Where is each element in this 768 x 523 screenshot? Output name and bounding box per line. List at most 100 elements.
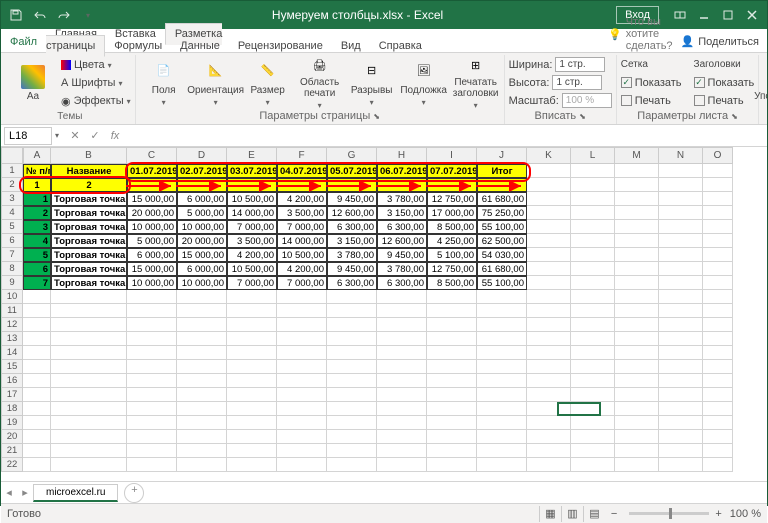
cell[interactable]: 61 680,00 xyxy=(477,192,527,206)
cell[interactable] xyxy=(23,290,51,304)
normal-view-icon[interactable]: ▦ xyxy=(539,506,561,522)
cell[interactable] xyxy=(377,458,427,472)
cell[interactable] xyxy=(427,430,477,444)
cell[interactable] xyxy=(51,444,127,458)
cell[interactable]: 12 600,00 xyxy=(377,234,427,248)
cell[interactable] xyxy=(615,164,659,178)
cell[interactable]: 3 780,00 xyxy=(327,248,377,262)
cell[interactable]: 61 680,00 xyxy=(477,262,527,276)
cell[interactable] xyxy=(377,402,427,416)
col-header[interactable]: G xyxy=(327,147,377,164)
row-header[interactable]: 8 xyxy=(1,262,23,276)
cell[interactable] xyxy=(227,346,277,360)
cell[interactable] xyxy=(477,388,527,402)
cell[interactable] xyxy=(615,304,659,318)
cell[interactable] xyxy=(177,178,227,192)
grid-show-check[interactable] xyxy=(621,77,632,88)
cell[interactable] xyxy=(615,332,659,346)
cell[interactable] xyxy=(615,346,659,360)
cell[interactable] xyxy=(477,360,527,374)
cell[interactable] xyxy=(659,346,703,360)
cell[interactable] xyxy=(277,430,327,444)
cell[interactable]: 1 xyxy=(23,192,51,206)
cell[interactable] xyxy=(615,206,659,220)
cell[interactable]: 05.07.2019 xyxy=(327,164,377,178)
cell[interactable] xyxy=(327,430,377,444)
cell[interactable] xyxy=(527,206,571,220)
cell[interactable] xyxy=(127,318,177,332)
cell[interactable] xyxy=(23,402,51,416)
cell[interactable] xyxy=(327,290,377,304)
cell[interactable]: 15 000,00 xyxy=(127,262,177,276)
width-spin[interactable]: 1 стр. xyxy=(555,57,605,72)
cell[interactable] xyxy=(51,430,127,444)
cell[interactable]: 6 xyxy=(23,262,51,276)
cell[interactable] xyxy=(51,458,127,472)
cell[interactable]: 10 500,00 xyxy=(227,262,277,276)
cell[interactable]: 75 250,00 xyxy=(477,206,527,220)
arrange-button[interactable]: Упорядочение▾ xyxy=(763,62,768,116)
cell[interactable]: 5 000,00 xyxy=(127,234,177,248)
cell[interactable] xyxy=(51,402,127,416)
cell[interactable] xyxy=(527,458,571,472)
cell[interactable] xyxy=(615,458,659,472)
cell[interactable] xyxy=(177,430,227,444)
cell[interactable] xyxy=(227,304,277,318)
cancel-icon[interactable]: ✕ xyxy=(65,127,85,145)
cell[interactable] xyxy=(571,262,615,276)
cell[interactable] xyxy=(477,458,527,472)
cell[interactable]: 02.07.2019 xyxy=(177,164,227,178)
cell[interactable] xyxy=(327,416,377,430)
cell[interactable] xyxy=(527,360,571,374)
cell[interactable]: 3 500,00 xyxy=(277,206,327,220)
cell[interactable] xyxy=(51,290,127,304)
cell[interactable]: 5 000,00 xyxy=(177,206,227,220)
cell[interactable] xyxy=(571,346,615,360)
cell[interactable] xyxy=(277,402,327,416)
cell[interactable] xyxy=(615,276,659,290)
cell[interactable] xyxy=(51,304,127,318)
col-header[interactable]: F xyxy=(277,147,327,164)
cell[interactable]: 6 300,00 xyxy=(327,276,377,290)
cell[interactable] xyxy=(51,388,127,402)
menu-Рецензирование[interactable]: Рецензирование xyxy=(229,36,332,56)
cell[interactable] xyxy=(527,416,571,430)
colors-button[interactable]: Цвета▾ xyxy=(61,57,131,74)
cell[interactable] xyxy=(571,388,615,402)
cell[interactable] xyxy=(615,444,659,458)
cell[interactable] xyxy=(571,248,615,262)
cell[interactable] xyxy=(659,234,703,248)
cell[interactable] xyxy=(377,360,427,374)
cell[interactable] xyxy=(703,332,733,346)
cell[interactable] xyxy=(127,416,177,430)
cell[interactable] xyxy=(659,402,703,416)
cell[interactable] xyxy=(23,332,51,346)
row-header[interactable]: 1 xyxy=(1,164,23,178)
row-header[interactable]: 10 xyxy=(1,290,23,304)
cell[interactable] xyxy=(427,332,477,346)
cell[interactable] xyxy=(703,304,733,318)
cell[interactable] xyxy=(659,430,703,444)
cell[interactable]: 3 150,00 xyxy=(377,206,427,220)
col-header[interactable]: E xyxy=(227,147,277,164)
cell[interactable] xyxy=(659,220,703,234)
cell[interactable]: № п/п xyxy=(23,164,51,178)
cell[interactable]: 54 030,00 xyxy=(477,248,527,262)
cell[interactable] xyxy=(659,388,703,402)
row-header[interactable]: 15 xyxy=(1,360,23,374)
cell[interactable] xyxy=(177,458,227,472)
cell[interactable] xyxy=(177,374,227,388)
cell[interactable] xyxy=(659,164,703,178)
cell[interactable]: 15 000,00 xyxy=(177,248,227,262)
cell[interactable] xyxy=(277,178,327,192)
cell[interactable]: 6 000,00 xyxy=(177,262,227,276)
cell[interactable] xyxy=(527,402,571,416)
cell[interactable]: 4 200,00 xyxy=(277,262,327,276)
cell[interactable] xyxy=(527,388,571,402)
size-button[interactable]: 📏Размер▾ xyxy=(244,56,292,110)
cell[interactable]: Торговая точка 6 xyxy=(51,262,127,276)
cell[interactable]: 7 000,00 xyxy=(227,276,277,290)
row-header[interactable]: 14 xyxy=(1,346,23,360)
cell[interactable]: 03.07.2019 xyxy=(227,164,277,178)
cell[interactable] xyxy=(377,416,427,430)
